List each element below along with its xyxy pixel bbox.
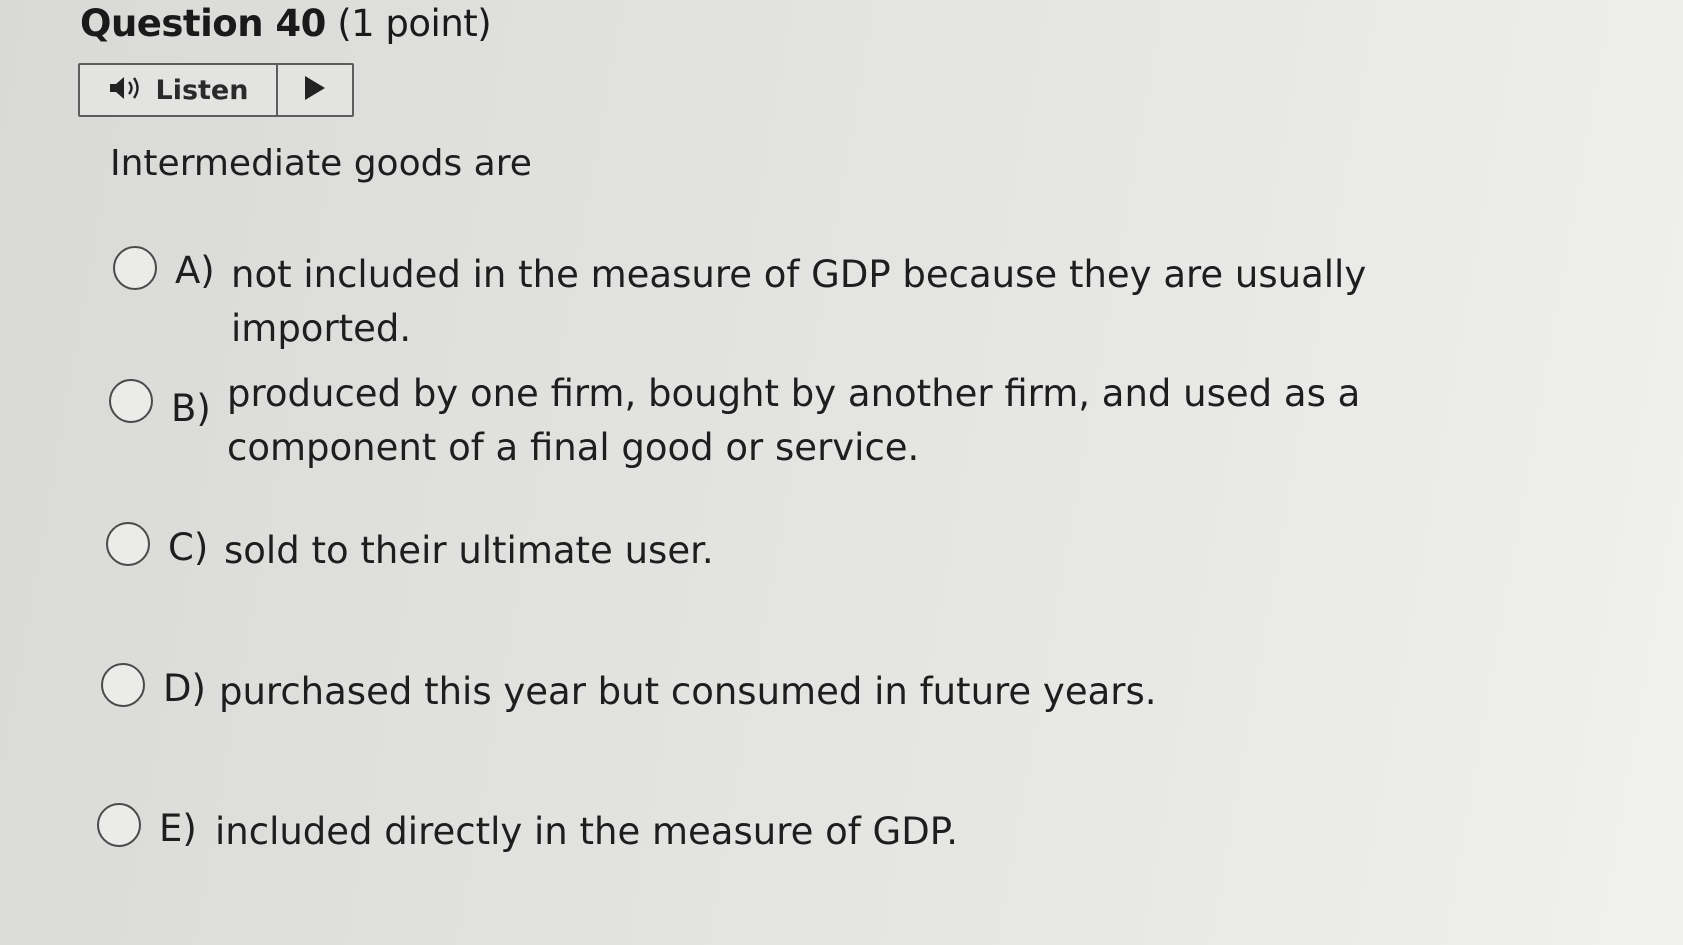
question-stem: Intermediate goods are [110,143,532,184]
quiz-page: Question 40 (1 point) Listen Intermediat… [0,0,1683,945]
option-text: included directly in the measure of GDP. [215,810,959,853]
listen-widget: Listen [78,63,354,117]
listen-button[interactable]: Listen [80,65,278,115]
option-text: sold to their ultimate user. [224,529,714,572]
option-letter: E) [159,807,197,850]
listen-label: Listen [155,74,249,106]
radio-button[interactable] [113,246,157,290]
option-a[interactable]: A) not included in the measure of GDP be… [113,246,1531,356]
option-d[interactable]: D) purchased this year but consumed in f… [101,663,1519,719]
option-c[interactable]: C) sold to their ultimate user. [106,522,1524,578]
option-text: produced by one firm, bought by another … [227,372,1361,469]
play-icon [303,75,327,105]
option-text: not included in the measure of GDP becau… [231,253,1367,350]
option-text: purchased this year but consumed in futu… [219,670,1157,713]
option-b[interactable]: B) produced by one firm, bought by anoth… [109,372,1547,475]
play-button[interactable] [278,65,352,115]
radio-button[interactable] [109,379,153,423]
question-number: Question 40 [80,2,326,45]
speaker-icon [108,75,144,105]
option-letter: C) [168,526,209,569]
radio-button[interactable] [101,663,145,707]
option-letter: A) [175,249,215,292]
radio-button[interactable] [106,522,150,566]
option-letter: B) [171,387,211,430]
option-letter: D) [163,667,206,710]
question-header: Question 40 (1 point) [80,2,492,45]
question-points: (1 point) [337,2,492,45]
radio-button[interactable] [97,803,141,847]
option-e[interactable]: E) included directly in the measure of G… [97,803,1515,859]
